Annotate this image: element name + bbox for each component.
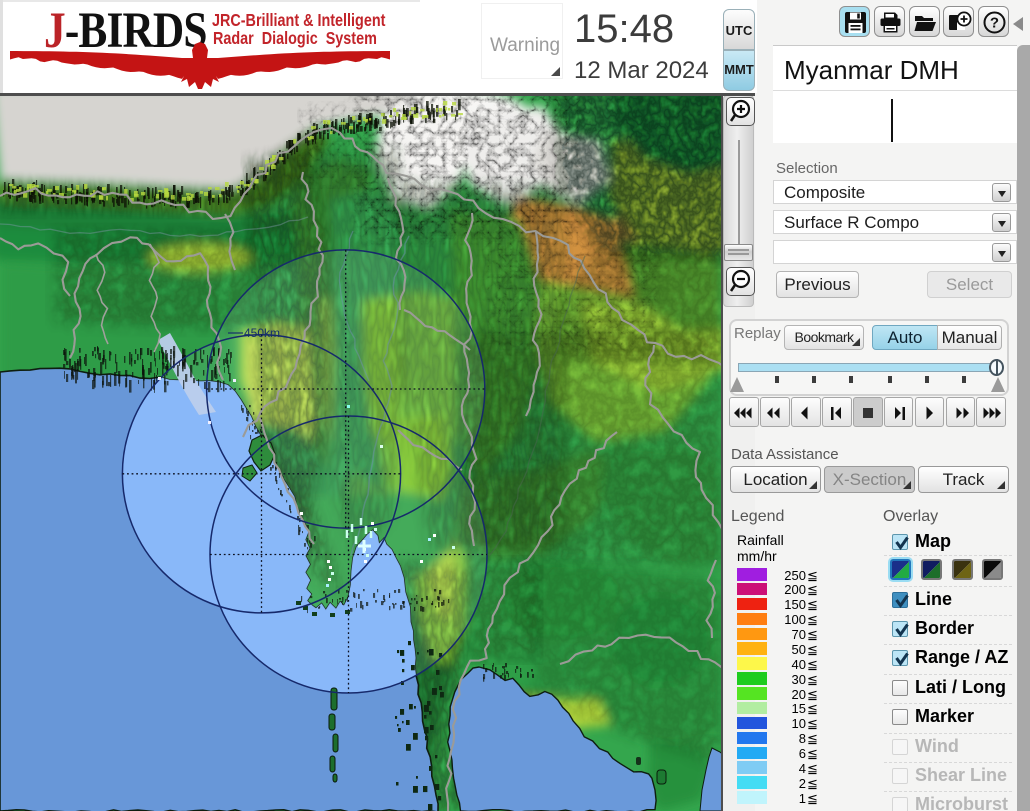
- svg-text:Radar Dialogic System: Radar Dialogic System: [213, 29, 377, 49]
- svg-text:J-BIRDS: J-BIRDS: [44, 3, 207, 59]
- svg-text:?: ?: [989, 15, 998, 32]
- svg-text:JRC-Brilliant & Intelligent: JRC-Brilliant & Intelligent: [212, 11, 386, 31]
- svg-text:450km: 450km: [244, 326, 280, 340]
